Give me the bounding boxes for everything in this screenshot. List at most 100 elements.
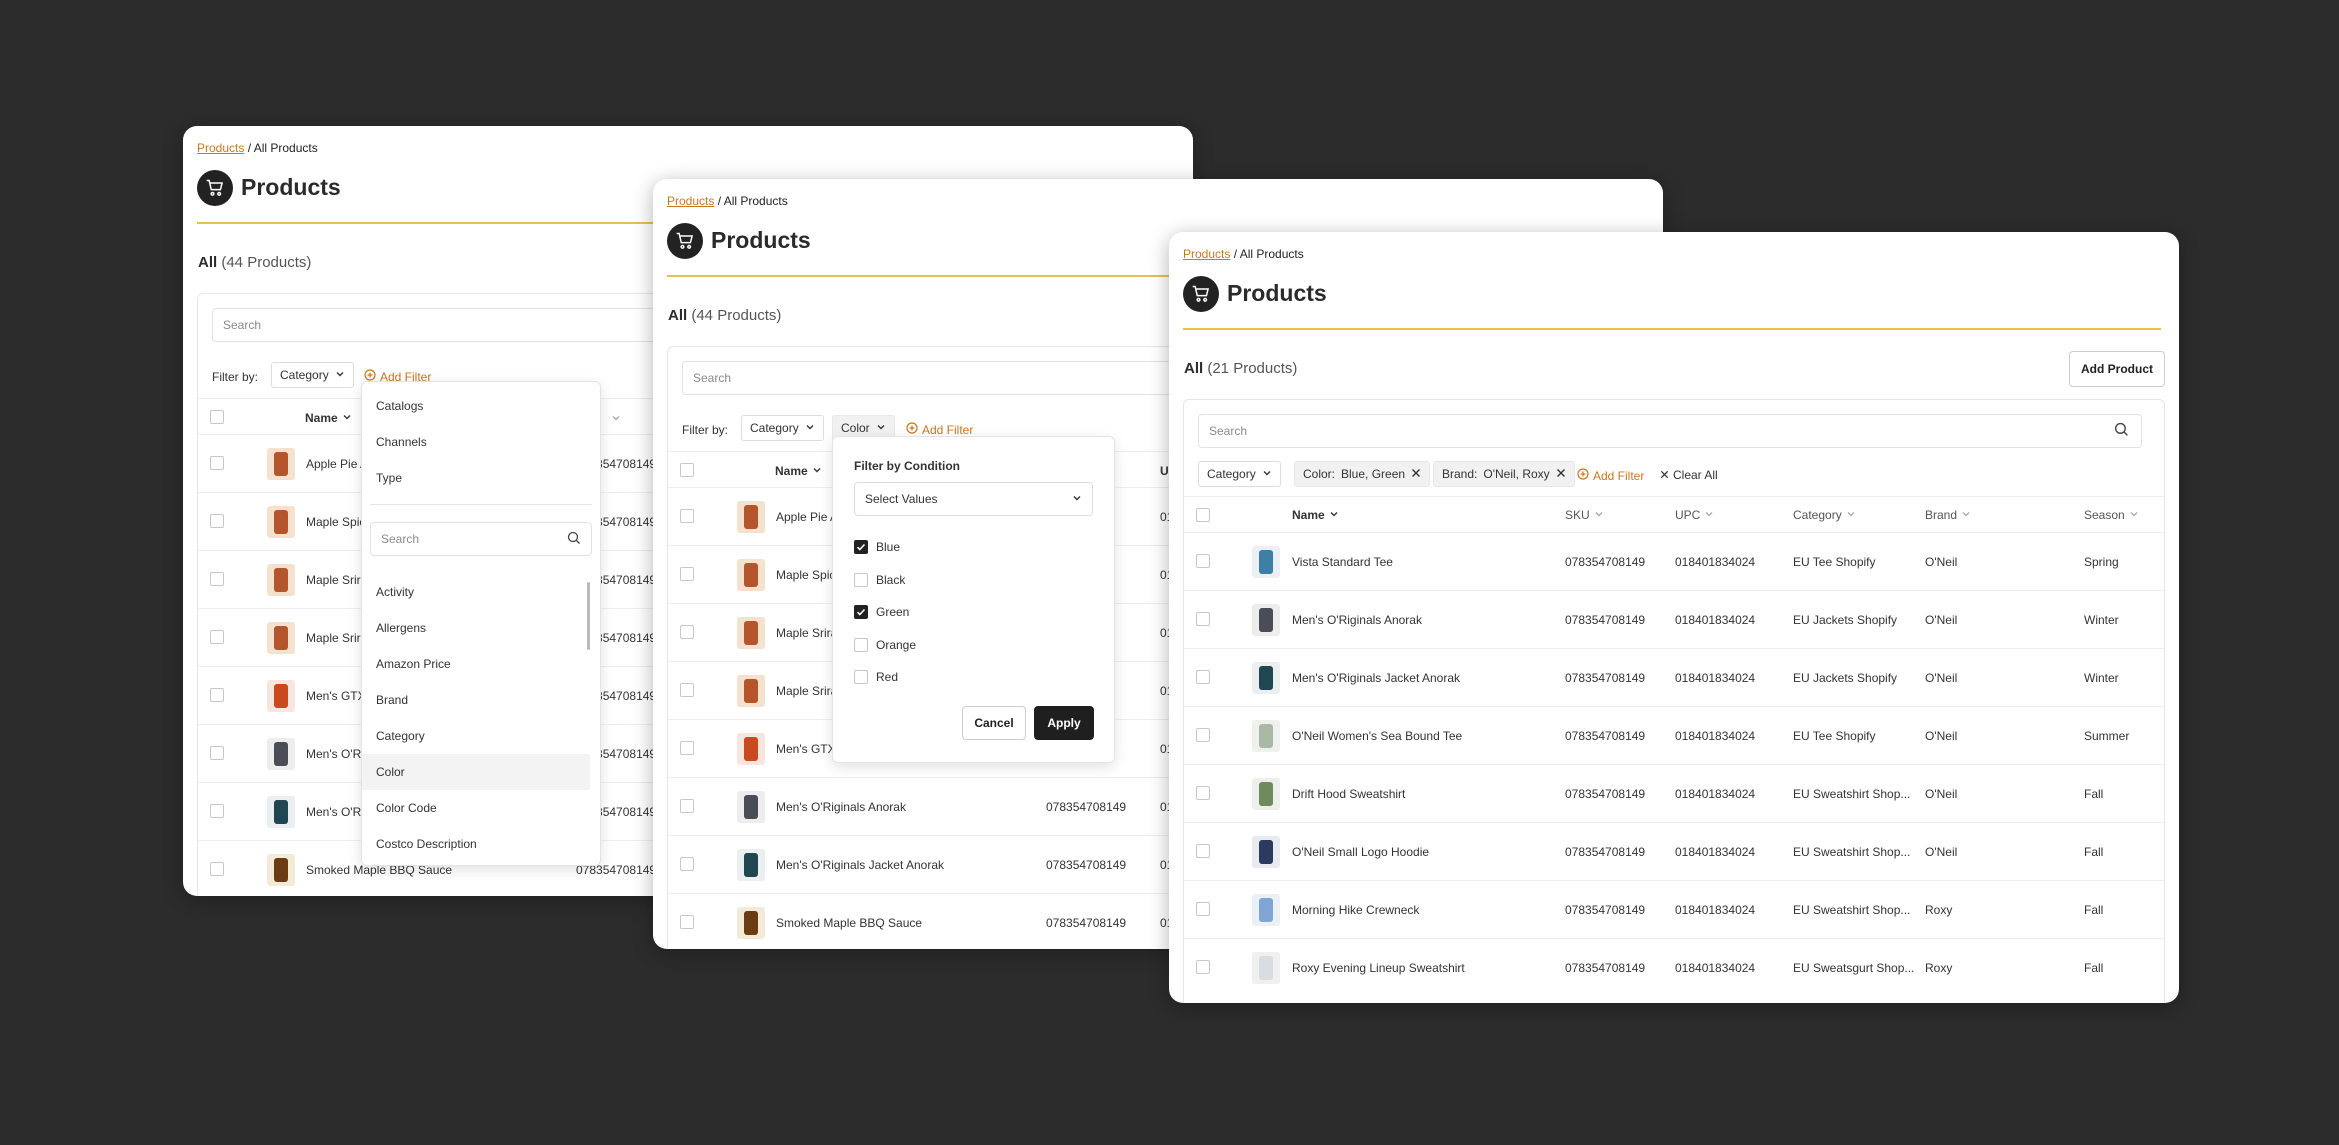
select-all-checkbox[interactable] [210, 410, 224, 424]
column-header-name[interactable]: Name [1292, 508, 1339, 522]
dropdown-item[interactable]: Allergens [362, 610, 590, 646]
row-checkbox[interactable] [210, 804, 224, 818]
option-checkbox[interactable] [854, 540, 868, 554]
row-checkbox[interactable] [210, 688, 224, 702]
dropdown-search-input[interactable]: Search [370, 522, 592, 556]
option-checkbox[interactable] [854, 670, 868, 684]
row-checkbox[interactable] [210, 456, 224, 470]
clear-all-button[interactable]: Clear All [1660, 468, 1718, 482]
table-row[interactable]: Vista Standard Tee 078354708149 0184018340… [1184, 532, 2164, 590]
apply-button[interactable]: Apply [1034, 706, 1094, 740]
filter-label: Filter by: [212, 370, 259, 384]
color-option[interactable]: Blue [854, 540, 900, 554]
chevron-down-icon[interactable] [611, 410, 621, 428]
row-checkbox[interactable] [680, 567, 694, 581]
close-icon[interactable] [1411, 467, 1421, 481]
column-header-upc[interactable]: UPC [1675, 508, 1714, 522]
breadcrumb-products-link[interactable]: Products [667, 194, 714, 208]
category-filter-chip[interactable]: Category [741, 415, 824, 441]
row-checkbox[interactable] [680, 915, 694, 929]
add-product-button[interactable]: Add Product [2069, 351, 2165, 387]
dropdown-item[interactable]: Brand [362, 682, 590, 718]
add-filter-button[interactable]: Add Filter [906, 422, 973, 437]
close-icon[interactable] [1556, 467, 1566, 481]
table-row[interactable]: Men's O'Riginals Jacket Anorak 0783547081… [1184, 648, 2164, 706]
brand-filter-chip[interactable]: Brand: O'Neil, Roxy [1433, 461, 1575, 487]
search-placeholder: Search [223, 318, 262, 332]
row-checkbox[interactable] [1196, 554, 1210, 568]
row-checkbox[interactable] [1196, 728, 1210, 742]
row-checkbox[interactable] [1196, 670, 1210, 684]
column-header-brand[interactable]: Brand [1925, 508, 1971, 522]
row-checkbox[interactable] [210, 630, 224, 644]
table-row[interactable]: Men's O'Riginals Anorak 078354708149 01840… [1184, 590, 2164, 648]
row-checkbox[interactable] [1196, 786, 1210, 800]
cell-season: Summer [2084, 729, 2130, 743]
row-checkbox[interactable] [210, 862, 224, 876]
product-thumbnail [737, 501, 765, 533]
dropdown-item[interactable]: Costco Description [362, 826, 590, 862]
cancel-button[interactable]: Cancel [962, 706, 1026, 740]
category-filter-chip[interactable]: Category [271, 362, 354, 388]
column-header-name[interactable]: Name [305, 411, 352, 425]
row-checkbox[interactable] [1196, 902, 1210, 916]
table-row[interactable]: O'Neil Women's Sea Bound Tee 078354708149… [1184, 706, 2164, 764]
option-label: Orange [876, 637, 917, 652]
color-option[interactable]: Green [854, 605, 909, 619]
row-checkbox[interactable] [1196, 960, 1210, 974]
table-row[interactable]: Morning Hike Crewneck 078354708149 0184018… [1184, 880, 2164, 938]
product-thumbnail [1252, 894, 1280, 926]
row-checkbox[interactable] [210, 514, 224, 528]
column-header-upc[interactable]: U [1160, 464, 1169, 478]
color-option[interactable]: Black [854, 572, 905, 587]
cell-name: Men's O'Riginals Anorak [1292, 613, 1422, 627]
row-checkbox[interactable] [210, 572, 224, 586]
select-all-checkbox[interactable] [1196, 508, 1210, 522]
dropdown-item[interactable]: Activity [362, 574, 590, 610]
category-filter-chip[interactable]: Category [1198, 461, 1281, 487]
color-option[interactable]: Orange [854, 637, 917, 652]
cell-name: Maple Srira [776, 626, 838, 640]
dropdown-item[interactable]: Amazon Price [362, 646, 590, 682]
cell-name: Apple Pie A [306, 457, 369, 471]
dropdown-item[interactable]: Color [362, 754, 590, 790]
search-icon[interactable] [2114, 422, 2129, 440]
add-filter-button[interactable]: Add Filter [1577, 468, 1644, 483]
table-row[interactable]: Roxy Evening Lineup Sweatshirt 0783547081… [1184, 938, 2164, 996]
select-all-checkbox[interactable] [680, 463, 694, 477]
option-checkbox[interactable] [854, 605, 868, 619]
dropdown-item[interactable]: Color Code [362, 790, 590, 826]
column-header-sku[interactable]: SKU [1565, 508, 1604, 522]
color-option[interactable]: Red [854, 670, 898, 684]
column-header-label: SKU [1565, 508, 1590, 522]
row-checkbox[interactable] [1196, 612, 1210, 626]
row-checkbox[interactable] [680, 741, 694, 755]
breadcrumb-products-link[interactable]: Products [197, 141, 244, 155]
row-checkbox[interactable] [1196, 844, 1210, 858]
row-checkbox[interactable] [680, 857, 694, 871]
product-thumbnail [267, 796, 295, 828]
row-checkbox[interactable] [210, 746, 224, 760]
option-checkbox[interactable] [854, 572, 868, 587]
option-checkbox[interactable] [854, 637, 868, 652]
color-filter-chip[interactable]: Color: Blue, Green [1294, 461, 1431, 487]
row-checkbox[interactable] [680, 625, 694, 639]
row-checkbox[interactable] [680, 683, 694, 697]
breadcrumb-products-link[interactable]: Products [1183, 247, 1230, 261]
dropdown-item[interactable]: Catalogs [362, 388, 600, 424]
table-row[interactable]: Drift Hood Sweatshirt 078354708149 0184018… [1184, 764, 2164, 822]
cell-upc: 018401834024 [1675, 845, 1756, 859]
condition-select[interactable]: Select Values [854, 482, 1093, 516]
dropdown-item[interactable]: Channels [362, 424, 600, 460]
row-checkbox[interactable] [680, 799, 694, 813]
table-row[interactable]: O'Neil Small Logo Hoodie 078354708149 0184… [1184, 822, 2164, 880]
cell-name: Maple Srira [776, 684, 838, 698]
column-header-season[interactable]: Season [2084, 508, 2139, 522]
search-input[interactable]: Search [1198, 414, 2142, 448]
row-checkbox[interactable] [680, 509, 694, 523]
product-thumbnail [267, 506, 295, 538]
column-header-category[interactable]: Category [1793, 508, 1856, 522]
dropdown-item[interactable]: Type [362, 460, 600, 496]
column-header-name[interactable]: Name [775, 464, 822, 478]
dropdown-item[interactable]: Category [362, 718, 590, 754]
